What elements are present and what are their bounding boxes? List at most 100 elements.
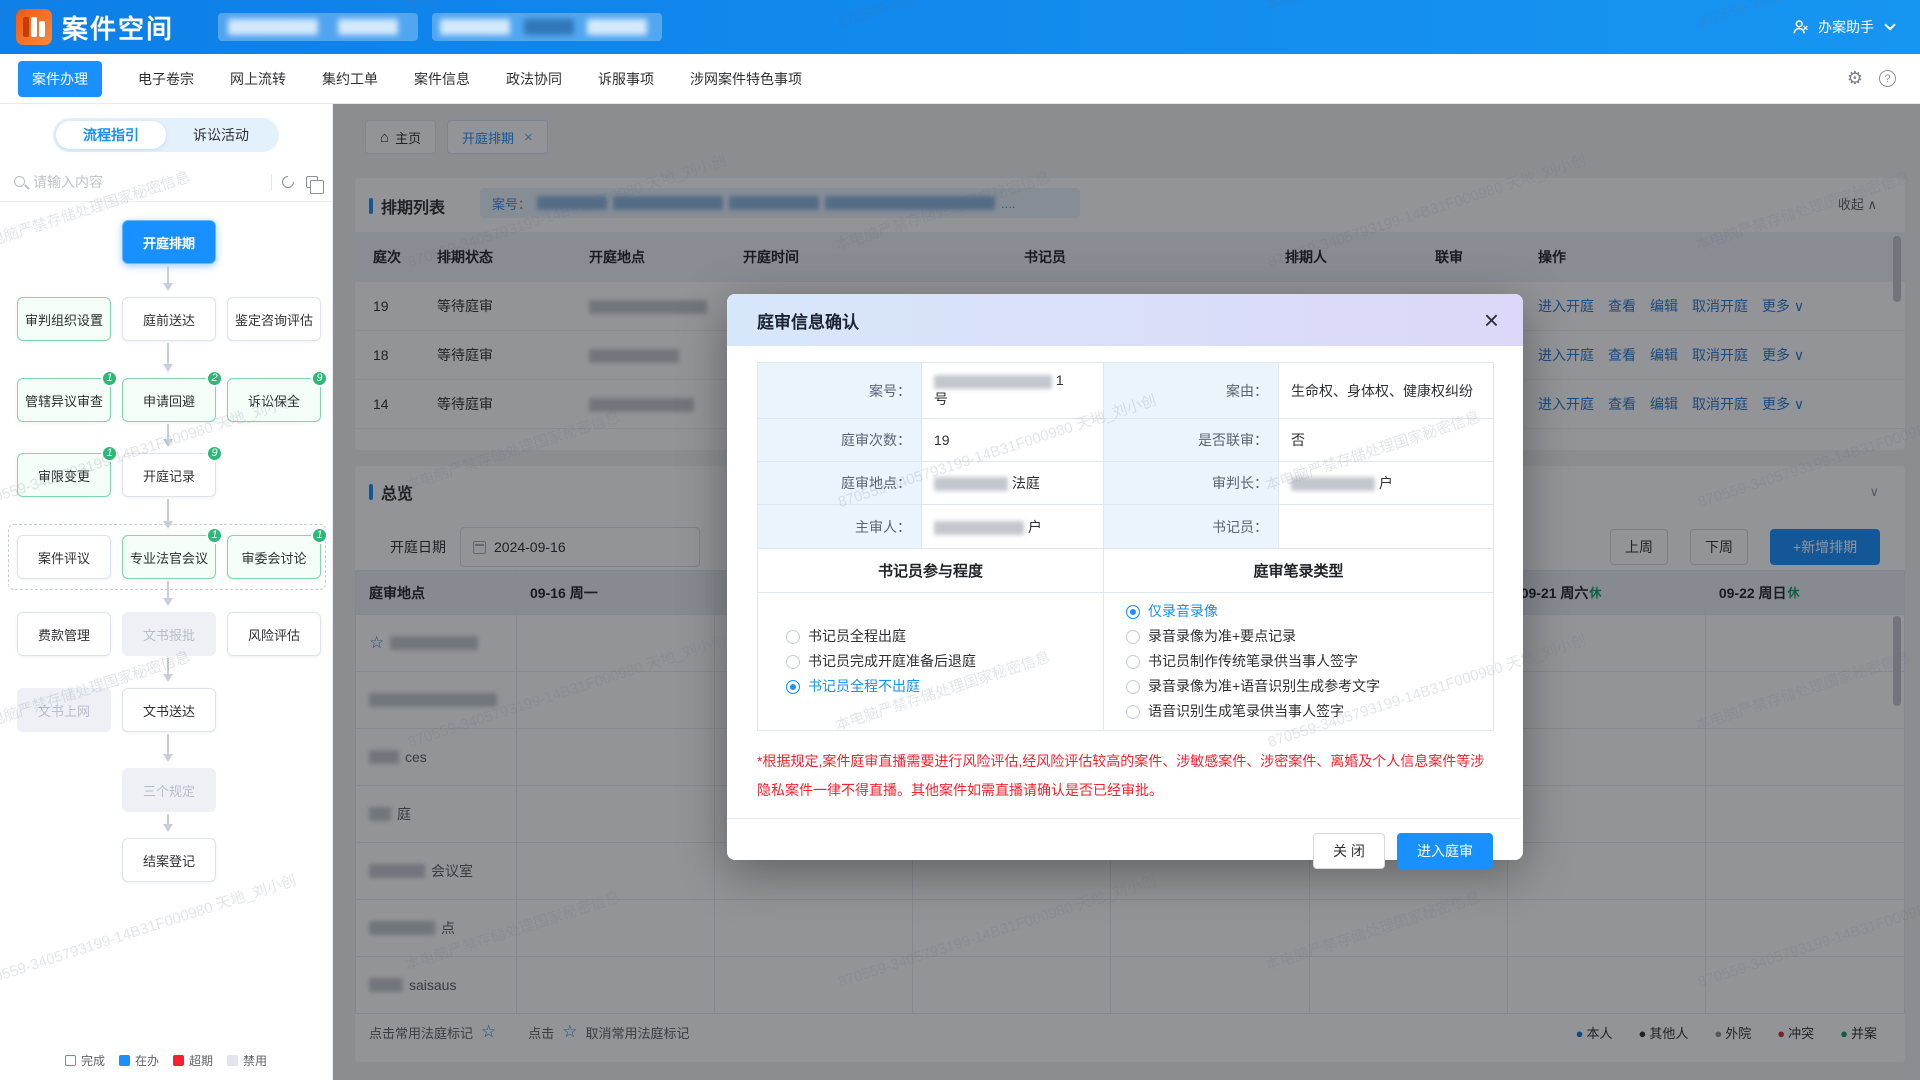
sidebar-search xyxy=(0,162,332,202)
search-icon xyxy=(14,176,25,187)
nav-tab-case-handling[interactable]: 案件办理 xyxy=(18,61,102,97)
flow-node-hearing-schedule[interactable]: 开庭排期 xyxy=(122,220,216,264)
clerk-value xyxy=(1279,505,1494,549)
cause-label: 案由： xyxy=(1104,363,1279,419)
dialog-title: 庭审信息确认 xyxy=(757,308,859,333)
radio-icon xyxy=(786,630,800,644)
session-count-label: 庭审次数： xyxy=(758,419,922,462)
radio-clerk-leave-after-prep[interactable]: 书记员完成开庭准备后退庭 xyxy=(786,649,1093,674)
flow-node[interactable]: 诉讼保全9 xyxy=(227,378,321,422)
flow-arrow xyxy=(167,266,169,288)
chief-judge-value: 户 xyxy=(1279,462,1494,505)
radio-asr-record-sign[interactable]: 语音识别生成笔录供当事人签字 xyxy=(1126,699,1483,724)
tab-litigation-activity[interactable]: 诉讼活动 xyxy=(166,121,276,149)
flow-arrow xyxy=(167,499,169,526)
radio-icon xyxy=(1126,680,1140,694)
radio-clerk-full-attend[interactable]: 书记员全程出庭 xyxy=(786,624,1093,649)
redacted-text xyxy=(934,477,1008,491)
search-input[interactable] xyxy=(33,174,261,190)
flow-node[interactable]: 审限变更1 xyxy=(17,453,111,497)
flow-arrow xyxy=(167,581,169,603)
nav-tab-e-dossier[interactable]: 电子卷宗 xyxy=(138,69,194,89)
settings-gear-icon[interactable]: ⚙ xyxy=(1847,68,1863,89)
redacted-text xyxy=(934,375,1052,389)
case-no-label: 案号： xyxy=(758,363,922,419)
app-title: 案件空间 xyxy=(62,9,174,46)
live-broadcast-warning: *根据规定,案件庭审直播需要进行风险评估,经风险评估较高的案件、涉敏感案件、涉密… xyxy=(757,747,1493,805)
nav-tab-internet-cases[interactable]: 涉网案件特色事项 xyxy=(690,69,802,89)
flow-node[interactable]: 鉴定咨询评估 xyxy=(227,297,321,341)
radio-icon xyxy=(1126,655,1140,669)
badge: 9 xyxy=(206,445,223,462)
enter-hearing-button[interactable]: 进入庭审 xyxy=(1397,833,1493,869)
radio-av-plus-notes[interactable]: 录音录像为准+要点记录 xyxy=(1126,624,1483,649)
flow-arrow xyxy=(167,734,169,759)
tab-process-guide[interactable]: 流程指引 xyxy=(56,121,166,149)
flow-node[interactable]: 费款管理 xyxy=(17,612,111,656)
radio-av-plus-asr[interactable]: 录音录像为准+语音识别生成参考文字 xyxy=(1126,674,1483,699)
badge: 1 xyxy=(101,445,118,462)
flow-node[interactable]: 结案登记 xyxy=(122,838,216,882)
flow-node[interactable]: 文书送达 xyxy=(122,688,216,732)
presiding-label: 主审人： xyxy=(758,505,922,549)
legend-done-swatch xyxy=(65,1055,76,1066)
flow-arrow xyxy=(167,424,169,444)
flow-node[interactable]: 管辖异议审查1 xyxy=(17,378,111,422)
session-count-value: 19 xyxy=(922,419,1104,462)
flow-node: 文书报批 xyxy=(122,612,216,656)
top-header: 案件空间 办案助手 xyxy=(0,0,1920,54)
flow-node[interactable]: 专业法官会议1 xyxy=(122,535,216,579)
flow-node[interactable]: 风险评估 xyxy=(227,612,321,656)
redacted-text xyxy=(1291,477,1375,491)
redacted-text xyxy=(934,521,1024,535)
flow-arrow xyxy=(167,343,169,369)
badge: 1 xyxy=(206,527,223,544)
dialog-header: 庭审信息确认 × xyxy=(727,294,1523,346)
joint-trial-value: 否 xyxy=(1279,419,1494,462)
flow-node[interactable]: 审委会讨论1 xyxy=(227,535,321,579)
nav-tab-case-info[interactable]: 案件信息 xyxy=(414,69,470,89)
chevron-down-icon xyxy=(1884,19,1895,30)
badge: 2 xyxy=(206,370,223,387)
nav-tab-service-items[interactable]: 诉服事项 xyxy=(598,69,654,89)
flow-node: 三个规定 xyxy=(122,768,216,812)
legend-disabled-swatch xyxy=(227,1055,238,1066)
legend-overdue-swatch xyxy=(173,1055,184,1066)
nav-tab-work-orders[interactable]: 集约工单 xyxy=(322,69,378,89)
app-logo-icon xyxy=(16,9,52,45)
flow-node[interactable]: 案件评议 xyxy=(17,535,111,579)
radio-clerk-absent[interactable]: 书记员全程不出庭 xyxy=(786,674,1093,699)
sidebar: 流程指引 诉讼活动 开庭排期 审判组织设置 庭前送达 鉴定咨询评估 管辖异议审查… xyxy=(0,104,333,1080)
flow-node[interactable]: 开庭记录9 xyxy=(122,453,216,497)
radio-icon xyxy=(1126,705,1140,719)
close-button[interactable]: 关 闭 xyxy=(1313,833,1385,869)
nav-tab-online-flow[interactable]: 网上流转 xyxy=(230,69,286,89)
redacted-header-info xyxy=(218,13,418,41)
dialog-footer: 关 闭 进入庭审 xyxy=(727,818,1523,869)
user-menu[interactable]: 办案助手 xyxy=(1792,0,1894,54)
radio-av-only[interactable]: 仅录音录像 xyxy=(1126,599,1483,624)
assistant-user-icon xyxy=(1792,18,1810,36)
nav-tab-legal-collab[interactable]: 政法协同 xyxy=(506,69,562,89)
case-no-value: 1 号 xyxy=(922,363,1104,419)
record-type-section-title: 庭审笔录类型 xyxy=(1104,549,1494,593)
help-icon[interactable]: ? xyxy=(1879,70,1896,87)
radio-icon xyxy=(786,680,800,694)
close-icon[interactable]: × xyxy=(1484,307,1499,333)
layers-icon[interactable] xyxy=(306,176,318,188)
assistant-label: 办案助手 xyxy=(1818,17,1874,37)
chief-judge-label: 审判长： xyxy=(1104,462,1279,505)
refresh-icon[interactable] xyxy=(280,173,297,190)
flow-arrow xyxy=(167,814,169,829)
clerk-label: 书记员： xyxy=(1104,505,1279,549)
radio-traditional-record[interactable]: 书记员制作传统笔录供当事人签字 xyxy=(1126,649,1483,674)
badge: 1 xyxy=(311,527,328,544)
sidebar-tabs: 流程指引 诉讼活动 xyxy=(53,118,279,152)
flow-node[interactable]: 审判组织设置 xyxy=(17,297,111,341)
cause-value: 生命权、身体权、健康权纠纷 xyxy=(1279,363,1494,419)
flow-node[interactable]: 申请回避2 xyxy=(122,378,216,422)
radio-icon xyxy=(1126,630,1140,644)
flow-node[interactable]: 庭前送达 xyxy=(122,297,216,341)
app-root: 案件空间 办案助手 案件办理 电子卷宗 网上流转 集约工单 案件信息 政法协同 … xyxy=(0,0,1920,1080)
radio-icon xyxy=(786,655,800,669)
